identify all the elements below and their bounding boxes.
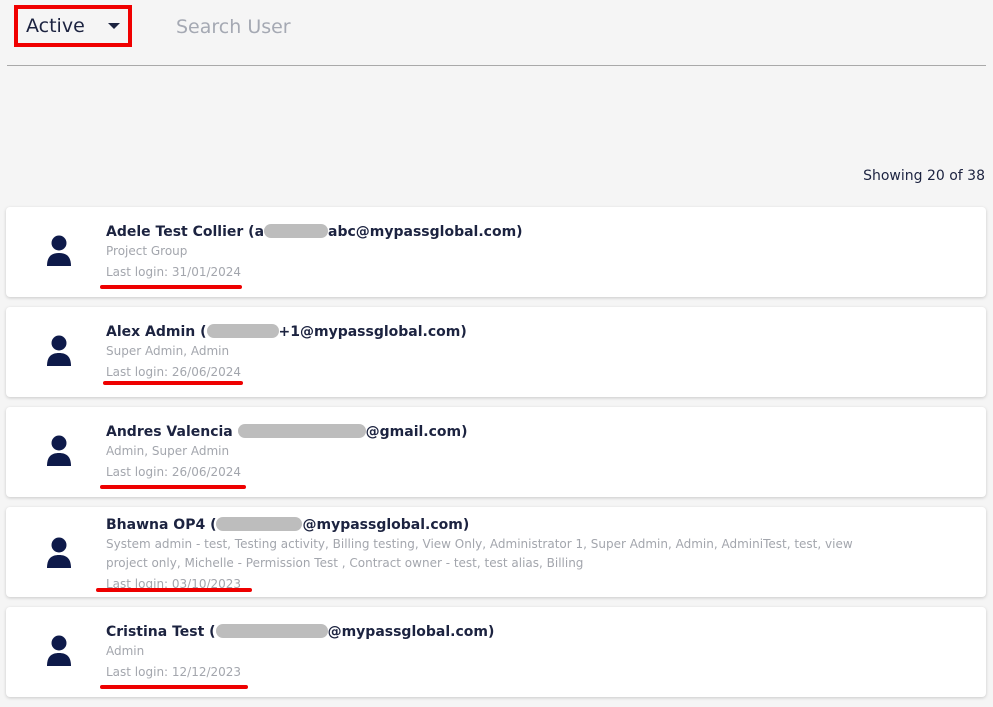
user-name: Cristina Test ( [106, 624, 216, 640]
user-name-email: Andres Valencia @gmail.com) [106, 423, 966, 441]
last-login: Last login: 03/10/2023 [96, 575, 252, 593]
user-email-domain: abc@mypassglobal.com) [328, 224, 523, 240]
user-email-domain: +1@mypassglobal.com) [278, 324, 467, 340]
user-avatar-icon [46, 435, 72, 467]
filter-bar: Active [0, 0, 993, 66]
user-name-email: Bhawna OP4 ( @mypassglobal.com) [106, 516, 876, 534]
user-roles: Admin [106, 644, 145, 658]
redacted-email [264, 224, 329, 238]
last-login-text: Last login: 26/06/2024 [106, 365, 242, 379]
user-avatar-icon [46, 537, 72, 569]
caret-down-icon [108, 23, 120, 29]
user-email-domain: @mypassglobal.com) [302, 517, 470, 533]
last-login-text: Last login: 12/12/2023 [106, 665, 242, 679]
user-list: Adele Test Collier (a abc@mypassglobal.co… [6, 207, 986, 707]
user-name: Andres Valencia [106, 424, 238, 440]
annotation-underline [96, 588, 252, 592]
user-email-domain: @mypassglobal.com) [327, 624, 495, 640]
user-card[interactable]: Cristina Test (@mypassglobal.com) Admin … [6, 607, 986, 697]
redacted-email [206, 324, 279, 338]
user-roles: Super Admin, Admin [106, 344, 230, 358]
user-card[interactable]: Adele Test Collier (a abc@mypassglobal.co… [6, 207, 986, 297]
user-name-email: Alex Admin ( +1@mypassglobal.com) [106, 323, 966, 341]
last-login: Last login: 26/06/2024 [103, 363, 243, 385]
last-login-text: Last login: 31/01/2024 [106, 265, 242, 279]
last-login: Last login: 31/01/2024 [100, 263, 242, 289]
redacted-email [216, 517, 303, 531]
user-avatar-icon [46, 335, 72, 367]
annotation-underline [100, 685, 248, 689]
redacted-email [215, 624, 328, 638]
user-avatar-icon [46, 635, 72, 667]
status-filter-dropdown[interactable]: Active [14, 5, 132, 47]
user-roles: Admin, Super Admin [106, 444, 230, 458]
annotation-underline [100, 285, 242, 289]
user-roles: Project Group [106, 244, 188, 258]
search-user-input[interactable] [172, 10, 530, 44]
user-card[interactable]: Bhawna OP4 ( @mypassglobal.com) System ad… [6, 507, 986, 597]
user-card[interactable]: Andres Valencia @gmail.com) Admin, Super… [6, 407, 986, 497]
user-name-email: Cristina Test ( @mypassglobal.com) [106, 623, 966, 641]
user-card[interactable]: Alex Admin ( +1@mypassglobal.com) Super A… [6, 307, 986, 397]
user-avatar-icon [46, 235, 72, 267]
last-login: Last login: 26/06/2024 [100, 463, 246, 489]
user-email-domain: @gmail.com) [365, 424, 468, 440]
results-count: Showing 20 of 38 [863, 168, 985, 184]
user-roles: System admin - test, Testing activity, B… [106, 537, 853, 570]
last-login-text: Last login: 26/06/2024 [106, 465, 242, 479]
user-name-email: Adele Test Collier (a abc@mypassglobal.co… [106, 223, 966, 241]
user-name: Adele Test Collier (a [106, 224, 265, 240]
annotation-underline [103, 381, 243, 385]
user-name: Alex Admin ( [106, 324, 207, 340]
last-login: Last login: 12/12/2023 [100, 663, 248, 689]
redacted-email [237, 424, 366, 438]
divider [7, 65, 986, 66]
user-name: Bhawna OP4 ( [106, 517, 217, 533]
status-filter-value: Active [26, 15, 85, 37]
annotation-underline [100, 485, 246, 489]
